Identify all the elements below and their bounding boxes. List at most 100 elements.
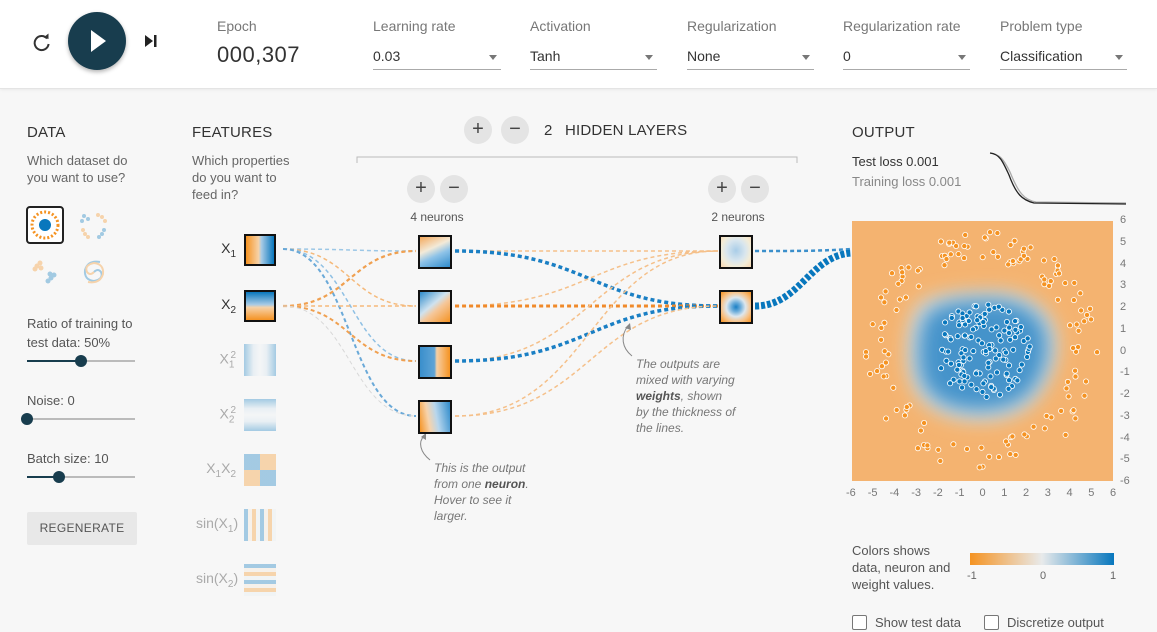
data-point-negative: [905, 264, 912, 271]
data-point-positive: [956, 361, 963, 368]
x-tick-label: 3: [1044, 487, 1051, 499]
checkbox-icon[interactable]: [852, 615, 867, 630]
data-point-negative: [986, 229, 993, 236]
data-point-positive: [997, 337, 1004, 344]
neuron-2-2[interactable]: [719, 290, 753, 324]
data-point-negative: [1082, 378, 1089, 385]
data-point-positive: [973, 303, 980, 310]
data-point-negative: [893, 406, 900, 413]
data-point-negative: [937, 457, 944, 464]
neuron-1-3[interactable]: [418, 345, 452, 379]
data-point-negative: [976, 464, 983, 471]
data-point-negative: [874, 368, 881, 375]
data-point-negative: [902, 294, 909, 301]
annotation-text: The outputs are mixed with varying: [636, 357, 735, 387]
y-tick-label: -2: [1120, 388, 1130, 400]
data-point-negative: [1007, 451, 1014, 458]
data-point-positive: [1003, 319, 1010, 326]
data-point-positive: [970, 326, 977, 333]
data-point-negative: [1072, 367, 1079, 374]
neuron-1-2[interactable]: [418, 290, 452, 324]
data-point-negative: [1027, 244, 1034, 251]
data-point-positive: [1006, 377, 1013, 384]
data-point-negative: [1072, 373, 1079, 380]
y-tick-label: 3: [1120, 279, 1127, 292]
data-point-negative: [917, 427, 924, 434]
data-point-positive: [956, 322, 963, 329]
data-point-positive: [981, 310, 988, 317]
training-loss: Training loss 0.001: [852, 174, 962, 189]
data-point-negative: [1065, 393, 1072, 400]
annotation-arrow: [622, 325, 633, 357]
data-point-negative: [1041, 425, 1048, 432]
show-test-data-toggle[interactable]: Show test data: [852, 615, 961, 630]
data-point-positive: [959, 315, 966, 322]
data-point-positive: [1005, 362, 1012, 369]
data-point-positive: [1024, 335, 1031, 342]
neuron-1-1[interactable]: [418, 235, 452, 269]
neuron-2-1[interactable]: [719, 235, 753, 269]
data-point-negative: [1054, 262, 1061, 269]
data-point-negative: [1073, 321, 1080, 328]
neuron-1-4[interactable]: [418, 400, 452, 434]
data-point-negative: [964, 445, 971, 452]
data-point-negative: [893, 307, 900, 314]
output-heatmap[interactable]: [852, 221, 1113, 481]
data-point-negative: [1078, 307, 1085, 314]
data-point-positive: [942, 319, 949, 326]
data-point-negative: [994, 230, 1001, 237]
x-tick-label: 5: [1088, 487, 1095, 499]
y-tick-label: -3: [1120, 409, 1130, 422]
data-point-positive: [980, 380, 987, 387]
checkbox-icon[interactable]: [984, 615, 999, 630]
checkbox-label: Discretize output: [1007, 615, 1104, 630]
data-point-negative: [1066, 322, 1073, 329]
data-point-positive: [979, 340, 986, 347]
data-point-negative: [1070, 407, 1077, 414]
data-point-negative: [986, 453, 993, 460]
legend-line: Colors shows: [852, 543, 931, 558]
data-point-positive: [1001, 327, 1008, 334]
data-point-negative: [1054, 296, 1061, 303]
weight-link: [454, 250, 719, 362]
data-point-positive: [941, 331, 948, 338]
data-point-positive: [1012, 334, 1019, 341]
data-point-negative: [903, 403, 910, 410]
data-point-positive: [968, 334, 975, 341]
data-point-positive: [960, 354, 967, 361]
data-point-negative: [1072, 415, 1079, 422]
data-point-negative: [878, 363, 885, 370]
data-point-positive: [966, 309, 973, 316]
data-point-negative: [1058, 407, 1065, 414]
data-point-negative: [899, 269, 906, 276]
data-point-negative: [995, 454, 1002, 461]
discretize-output-toggle[interactable]: Discretize output: [984, 615, 1104, 630]
x-tick-label: -6: [846, 487, 856, 499]
x-tick-label: 1: [1001, 487, 1008, 499]
data-point-positive: [987, 373, 994, 380]
y-tick-label: 0: [1120, 344, 1127, 357]
color-legend-text: Colors shows data, neuron and weight val…: [852, 542, 950, 593]
data-point-positive: [1005, 385, 1012, 392]
data-point-negative: [1087, 305, 1094, 312]
data-point-negative: [1030, 423, 1037, 430]
x-tick-label: 4: [1066, 487, 1073, 499]
data-point-negative: [924, 442, 931, 449]
data-point-negative: [877, 294, 884, 301]
x-tick-label: -4: [889, 487, 900, 499]
annotation-arrow: [420, 435, 431, 461]
colorbar-min: -1: [967, 570, 977, 582]
data-point-positive: [961, 372, 968, 379]
data-point-positive: [973, 370, 980, 377]
data-point-negative: [1051, 256, 1058, 263]
data-point-negative: [896, 296, 903, 303]
colorbar-max: 1: [1110, 570, 1117, 582]
data-point-positive: [947, 336, 954, 343]
data-point-negative: [955, 251, 962, 258]
data-point-negative: [921, 419, 928, 426]
data-point-negative: [979, 254, 986, 261]
data-point-negative: [935, 446, 942, 453]
data-point-positive: [996, 332, 1003, 339]
y-tick-label: 6: [1120, 214, 1127, 226]
data-point-positive: [993, 369, 1000, 376]
